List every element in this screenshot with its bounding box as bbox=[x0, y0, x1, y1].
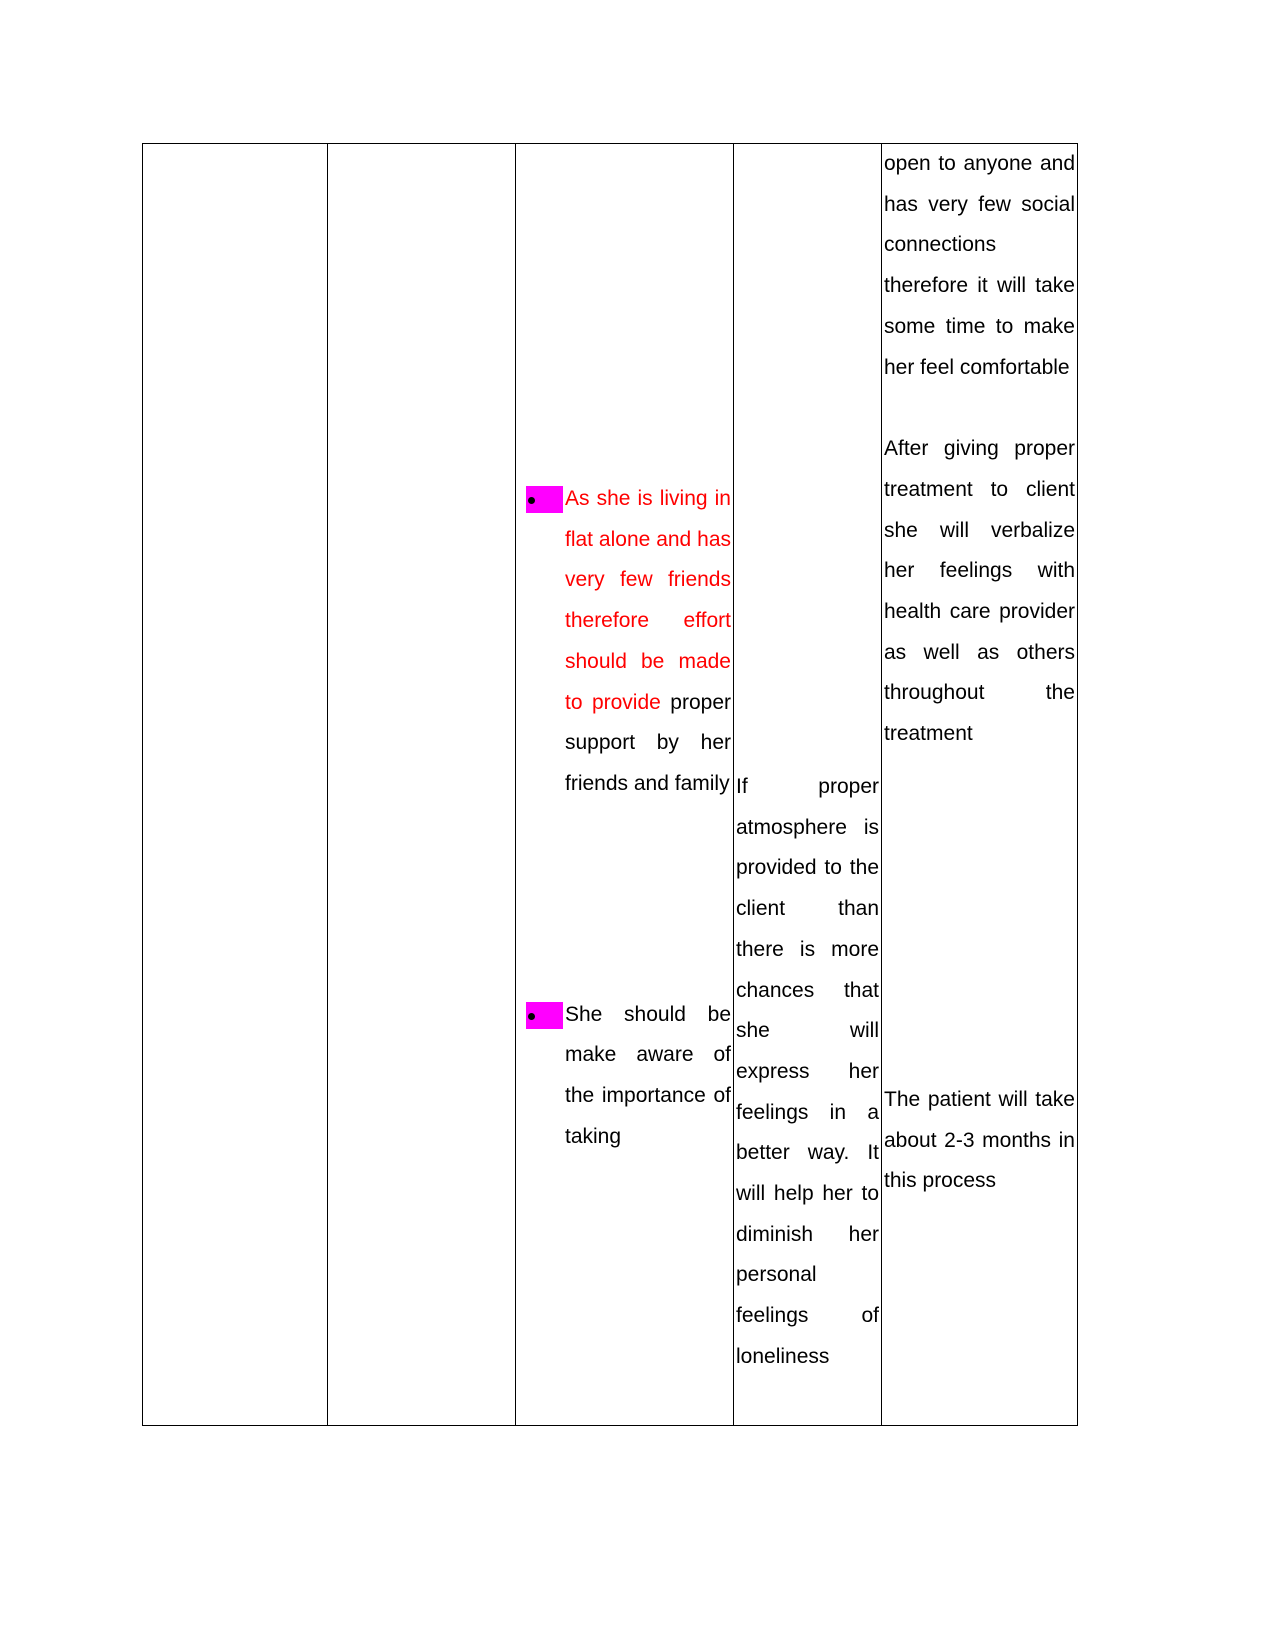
interventions-content: As she is living in flat alone and has v… bbox=[516, 144, 733, 1425]
table-row: As she is living in flat alone and has v… bbox=[142, 143, 1078, 1426]
table-cell-nursing-interventions: As she is living in flat alone and has v… bbox=[515, 143, 734, 1426]
list-item: She should be make aware of the importan… bbox=[518, 995, 731, 1158]
table-cell-rationale: If proper atmosphere is provided to the … bbox=[733, 143, 882, 1426]
evaluation-paragraph-two: After giving proper treatment to client … bbox=[884, 437, 1075, 746]
bullet-one-red-text: As she is living in flat alone and has v… bbox=[565, 487, 731, 714]
rationale-top-spacer bbox=[734, 144, 881, 767]
evaluation-spacer-two bbox=[882, 755, 1077, 1080]
column-one-content bbox=[143, 144, 327, 1425]
table-cell-column-two bbox=[327, 143, 516, 1426]
evaluation-paragraph-three: The patient will take about 2-3 months i… bbox=[884, 1087, 1075, 1193]
rationale-paragraph: If proper atmosphere is provided to the … bbox=[736, 775, 879, 1368]
column-two-content bbox=[328, 144, 515, 1425]
evaluation-paragraph-one: open to anyone and has very few social c… bbox=[884, 152, 1075, 379]
table-cell-evaluation: open to anyone and has very few social c… bbox=[881, 143, 1078, 1426]
rationale-content: If proper atmosphere is provided to the … bbox=[734, 144, 881, 1425]
table-cell-column-one bbox=[142, 143, 328, 1426]
document-page: As she is living in flat alone and has v… bbox=[0, 0, 1275, 1651]
bullet-icon bbox=[526, 1001, 563, 1029]
list-item: As she is living in flat alone and has v… bbox=[518, 479, 731, 805]
bullet-icon bbox=[526, 486, 563, 513]
bullet-two-text: She should be make aware of the importan… bbox=[565, 1002, 731, 1148]
interventions-mid-spacer bbox=[518, 805, 731, 995]
evaluation-spacer-one bbox=[882, 388, 1077, 429]
evaluation-content: open to anyone and has very few social c… bbox=[882, 144, 1077, 1425]
interventions-top-spacer bbox=[518, 144, 731, 479]
care-plan-table: As she is living in flat alone and has v… bbox=[142, 143, 1078, 1426]
